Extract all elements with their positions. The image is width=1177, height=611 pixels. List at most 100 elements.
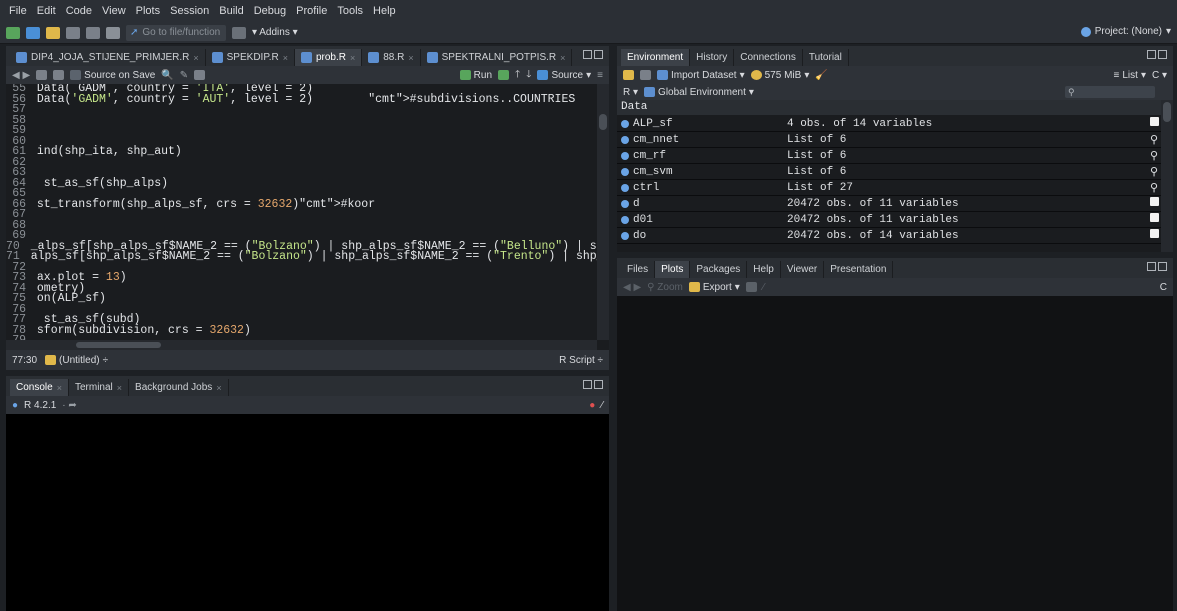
refresh-icon[interactable]: C [1160, 282, 1173, 293]
tab-background-jobs[interactable]: Background Jobs × [129, 379, 229, 396]
new-project-icon[interactable] [26, 26, 40, 39]
wand-icon[interactable]: ✎ [180, 70, 188, 81]
scope-menu[interactable]: (Untitled) ÷ [45, 355, 108, 366]
hscroll-thumb[interactable] [76, 342, 161, 348]
tab-console[interactable]: Console × [10, 379, 69, 396]
tab-prob-r[interactable]: prob.R × [294, 49, 363, 66]
code-line[interactable]: 61 ind(shp_ita, shp_aut) [6, 146, 597, 158]
menu-item-code[interactable]: Code [61, 5, 97, 17]
save-file-icon[interactable] [53, 70, 65, 80]
env-search-input[interactable]: ⚲ [1065, 86, 1155, 98]
view-data-icon[interactable] [1147, 117, 1161, 130]
menu-item-tools[interactable]: Tools [332, 5, 368, 17]
tab-viewer[interactable]: Viewer [781, 261, 825, 278]
editor-hscrollbar[interactable] [6, 340, 597, 350]
menu-item-view[interactable]: View [97, 5, 131, 17]
close-icon[interactable]: × [408, 53, 413, 63]
list-view-menu[interactable]: ≡ List ▾ [1114, 70, 1146, 81]
up-icon[interactable]: 🡑 [515, 67, 520, 84]
tab-terminal[interactable]: Terminal × [69, 379, 130, 396]
close-icon[interactable]: × [560, 53, 565, 63]
expand-icon[interactable] [621, 151, 629, 160]
view-data-icon[interactable] [1147, 213, 1161, 226]
clear-console-icon[interactable]: ⁄ [601, 400, 609, 411]
open-file-icon[interactable] [46, 26, 60, 39]
save-workspace-icon[interactable] [640, 70, 651, 80]
save-icon[interactable] [66, 26, 80, 39]
source-button[interactable]: Source ▾ [537, 70, 591, 81]
close-icon[interactable]: × [193, 53, 198, 63]
remove-plot-icon[interactable] [745, 282, 757, 292]
console-output[interactable] [6, 414, 609, 611]
code-line[interactable]: 58 [6, 115, 597, 127]
refresh-icon[interactable]: C ▾ [1152, 70, 1173, 81]
tab-packages[interactable]: Packages [690, 261, 748, 278]
working-dir-icon[interactable]: · ➦ [62, 400, 77, 411]
view-data-icon[interactable] [1147, 197, 1161, 210]
menu-item-profile[interactable]: Profile [291, 5, 332, 17]
rerun-icon[interactable] [498, 70, 510, 80]
env-row[interactable]: ALP_sf 4 obs. of 14 variables [617, 116, 1161, 132]
code-line[interactable]: 78 sform(subdivision, crs = 32632) [6, 324, 597, 337]
tab-spektralni-potpis-r[interactable]: SPEKTRALNI_POTPIS.R × [421, 49, 573, 66]
run-button[interactable]: Run [459, 70, 492, 81]
addins-button[interactable]: ▾ Addins ▾ [252, 27, 298, 38]
tab-spekdip-r[interactable]: SPEKDIP.R × [206, 49, 295, 66]
scope-select[interactable]: Global Environment ▾ [644, 87, 754, 98]
save-all-icon[interactable] [86, 26, 100, 39]
close-icon[interactable]: × [216, 383, 221, 393]
console-window-controls[interactable] [583, 380, 603, 389]
broom-icon[interactable]: 🧹 [815, 70, 827, 81]
search-icon[interactable]: ⚲ [1147, 149, 1161, 163]
load-workspace-icon[interactable] [623, 70, 634, 80]
tab-tutorial[interactable]: Tutorial [803, 49, 849, 66]
tab-environment[interactable]: Environment [621, 49, 691, 66]
clear-plots-icon[interactable]: ⁄ [763, 282, 765, 293]
env-row[interactable]: cm_svm List of 6 ⚲ [617, 164, 1161, 180]
expand-icon[interactable] [621, 135, 629, 144]
new-file-icon[interactable] [6, 26, 20, 39]
search-icon[interactable]: 🔍 [161, 70, 173, 81]
code-line[interactable]: 71 alps_sf[shp_alps_sf$NAME_2 == ("Bolza… [6, 251, 597, 263]
close-icon[interactable]: × [57, 383, 62, 393]
menu-item-session[interactable]: Session [165, 5, 214, 17]
filetype-menu[interactable]: R Script ÷ [559, 355, 603, 366]
import-dataset-button[interactable]: Import Dataset ▾ [657, 70, 745, 81]
search-icon[interactable]: ⚲ [1147, 165, 1161, 179]
menu-item-plots[interactable]: Plots [131, 5, 165, 17]
menu-item-file[interactable]: File [4, 5, 32, 17]
close-icon[interactable]: × [283, 53, 288, 63]
tab-connections[interactable]: Connections [734, 49, 803, 66]
env-row[interactable]: do 20472 obs. of 14 variables [617, 228, 1161, 244]
code-line[interactable]: 75 on(ALP_sf) [6, 293, 597, 305]
env-row[interactable]: cm_rf List of 6 ⚲ [617, 148, 1161, 164]
env-row[interactable]: cm_nnet List of 6 ⚲ [617, 132, 1161, 148]
editor-vscrollbar[interactable] [597, 84, 609, 340]
goto-file-input[interactable]: ➚ Go to file/function [126, 24, 226, 41]
tab-plots[interactable]: Plots [655, 261, 691, 278]
close-icon[interactable]: × [350, 53, 355, 63]
export-button[interactable]: Export ▾ [688, 282, 740, 293]
search-icon[interactable]: ⚲ [1147, 133, 1161, 147]
menu-item-build[interactable]: Build [214, 5, 248, 17]
down-icon[interactable]: 🡓 [526, 67, 531, 84]
code-line[interactable]: 68 [6, 220, 597, 232]
menu-item-debug[interactable]: Debug [249, 5, 291, 17]
menu-item-edit[interactable]: Edit [32, 5, 61, 17]
menu-item-help[interactable]: Help [368, 5, 401, 17]
tab-presentation[interactable]: Presentation [824, 261, 894, 278]
env-row[interactable]: d 20472 obs. of 11 variables [617, 196, 1161, 212]
back-forward-icon[interactable]: ◀ ▶ [12, 70, 30, 81]
language-menu[interactable]: R ▾ [623, 87, 638, 98]
outline-icon[interactable]: ≡ [597, 70, 609, 81]
expand-icon[interactable] [621, 183, 629, 192]
show-in-window-icon[interactable] [36, 70, 48, 80]
expand-icon[interactable] [621, 199, 629, 208]
source-on-save-checkbox[interactable]: Source on Save [70, 70, 155, 81]
code-line[interactable]: 64 st_as_sf(shp_alps) [6, 178, 597, 190]
env-scroll-thumb[interactable] [1163, 102, 1171, 122]
code-line[interactable]: 67 [6, 209, 597, 221]
tab-help[interactable]: Help [747, 261, 781, 278]
stop-icon[interactable]: ● [589, 400, 595, 411]
code-line[interactable]: 62 [6, 157, 597, 169]
